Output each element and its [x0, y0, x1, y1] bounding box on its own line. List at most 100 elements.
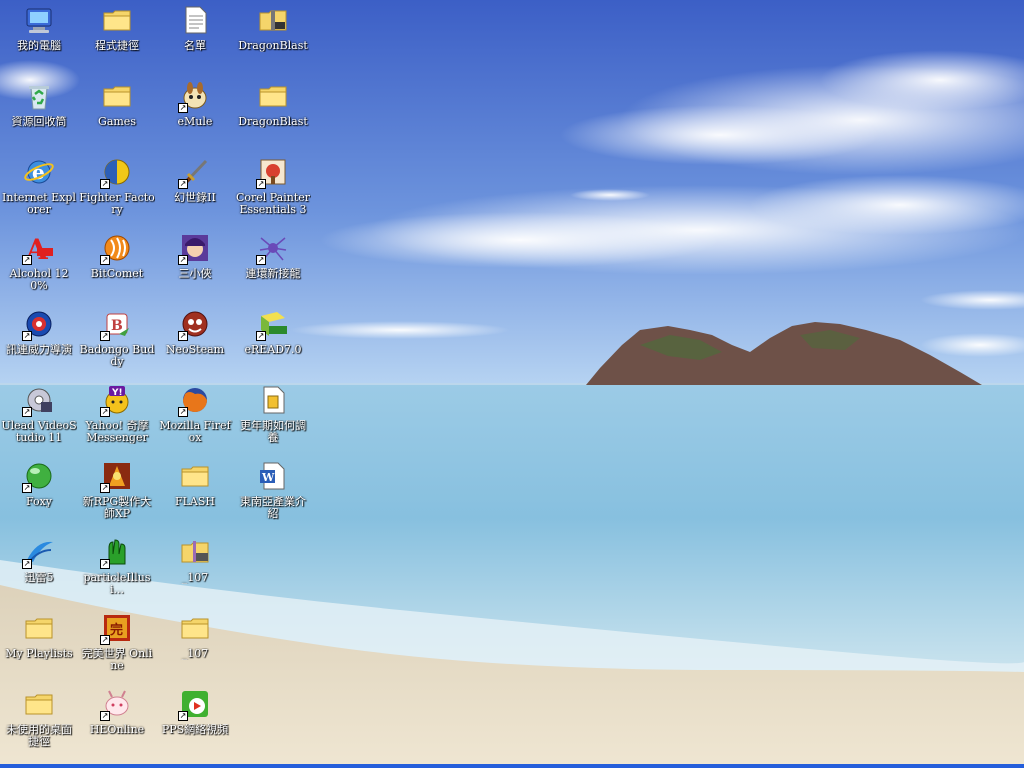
folder-icon	[257, 80, 289, 112]
desktop-icon[interactable]: ↗ eREAD7.0	[234, 306, 312, 382]
empty-grid-cell	[234, 534, 312, 610]
rpg-maker-icon: ↗	[100, 460, 133, 493]
desktop-icon[interactable]: 資源回收筒	[0, 78, 78, 154]
desktop-icon-label: NeoSteam	[165, 344, 225, 356]
desktop-icon[interactable]: Y! ↗ Yahoo! 奇摩 Messenger	[78, 382, 156, 458]
folder-icon	[23, 612, 55, 644]
desktop-icon[interactable]: Games	[78, 78, 156, 154]
shortcut-arrow-icon: ↗	[100, 179, 110, 189]
desktop-icon-label: Fighter Factory	[79, 192, 155, 216]
desktop-icon[interactable]: 未使用的桌面捷徑	[0, 686, 78, 762]
zip-folder-icon	[257, 4, 289, 36]
desktop-icon[interactable]: A ↗ Alcohol 120%	[0, 230, 78, 306]
shortcut-arrow-icon: ↗	[178, 331, 188, 341]
shortcut-arrow-icon: ↗	[22, 407, 32, 417]
folder-icon	[101, 80, 133, 112]
shortcut-arrow-icon: ↗	[100, 255, 110, 265]
desktop-icon[interactable]: ↗ 迅雷5	[0, 534, 78, 610]
desktop-icon-label: Mozilla Firefox	[159, 420, 231, 444]
svg-text:W: W	[261, 471, 275, 484]
desktop-icon[interactable]: ↗ NeoSteam	[156, 306, 234, 382]
desktop-icon[interactable]: ↗ Fighter Factory	[78, 154, 156, 230]
shortcut-arrow-icon: ↗	[178, 711, 188, 721]
desktop-icon[interactable]: ↗ BitComet	[78, 230, 156, 306]
desktop-icon-label: particleIllusi...	[83, 572, 151, 596]
internet-explorer-icon: e	[23, 156, 55, 188]
fighter-factory-icon: ↗	[100, 156, 133, 189]
shortcut-arrow-icon: ↗	[22, 255, 32, 265]
desktop-icon-label: Corel Painter Essentials 3	[235, 192, 311, 216]
yahoo-messenger-icon: Y! ↗	[100, 384, 133, 417]
desktop-icon-label: HEOnline	[89, 724, 145, 736]
desktop-icon-label: DragonBlast	[238, 116, 308, 128]
desktop-icon[interactable]: FLASH	[156, 458, 234, 534]
sword-icon: ↗	[178, 156, 211, 189]
desktop-icon[interactable]: My Playlists	[0, 610, 78, 686]
shortcut-arrow-icon: ↗	[178, 407, 188, 417]
svg-text:B: B	[111, 318, 123, 334]
desktop-icon[interactable]: _107	[156, 610, 234, 686]
desktop-icon[interactable]: ↗ eMule	[156, 78, 234, 154]
shortcut-arrow-icon: ↗	[100, 559, 110, 569]
corel-painter-icon: ↗	[256, 156, 289, 189]
desktop-icon[interactable]: ↗ particleIllusi...	[78, 534, 156, 610]
desktop-icon[interactable]: ↗ Mozilla Firefox	[156, 382, 234, 458]
pps-icon: ↗	[178, 688, 211, 721]
desktop-icon[interactable]: ↗ 連環新接龍	[234, 230, 312, 306]
desktop-icon[interactable]: 完 ↗ 完美世界 Online	[78, 610, 156, 686]
desktop-icon-label: 名單	[184, 40, 206, 52]
desktop-icon-label: PPS網絡視頻	[161, 724, 229, 736]
desktop-icon[interactable]: 更年期如何調養	[234, 382, 312, 458]
desktop-icon[interactable]: B ↗ Badongo Buddy	[78, 306, 156, 382]
desktop-icon-label: 程式捷徑	[95, 40, 139, 52]
desktop-icon-label: Foxy	[25, 496, 53, 508]
desktop-icon-label: Ulead VideoStudio 11	[1, 420, 77, 444]
desktop-icon[interactable]: ↗ Ulead VideoStudio 11	[0, 382, 78, 458]
desktop-icon-label: 未使用的桌面捷徑	[6, 724, 72, 748]
desktop-icon[interactable]: ↗ 三小俠	[156, 230, 234, 306]
desktop-icon[interactable]: DragonBlast	[234, 78, 312, 154]
desktop[interactable]: 我的電腦 程式捷徑 名單 DragonBlast 資源回收筒 Games ↗ eMule Dra…	[0, 0, 1024, 768]
svg-text:e: e	[32, 160, 45, 184]
desktop-icon[interactable]: ↗ Foxy	[0, 458, 78, 534]
desktop-icon-label: Alcohol 120%	[9, 268, 69, 292]
desktop-icon[interactable]: DragonBlast	[234, 2, 312, 78]
desktop-icon[interactable]: _107	[156, 534, 234, 610]
desktop-icon-label: 資源回收筒	[11, 116, 67, 128]
desktop-icon[interactable]: e Internet Explorer	[0, 154, 78, 230]
desktop-icon[interactable]: 名單	[156, 2, 234, 78]
firefox-icon: ↗	[178, 384, 211, 417]
desktop-icon[interactable]: ↗ Corel Painter Essentials 3	[234, 154, 312, 230]
desktop-icon-label: 迅雷5	[24, 572, 54, 584]
desktop-icon[interactable]: 程式捷徑	[78, 2, 156, 78]
file-icon	[257, 384, 289, 416]
desktop-icon-label: DragonBlast	[238, 40, 308, 52]
emule-icon: ↗	[178, 80, 211, 113]
desktop-icon[interactable]: 我的電腦	[0, 2, 78, 78]
desktop-icon[interactable]: ↗ 訊連威力導演	[0, 306, 78, 382]
desktop-icon-label: _107	[181, 648, 209, 660]
desktop-icon-label: _107	[181, 572, 209, 584]
folder-icon	[179, 612, 211, 644]
desktop-icon-label: Internet Explorer	[2, 192, 76, 216]
desktop-icon-label: 連環新接龍	[245, 268, 301, 280]
shortcut-arrow-icon: ↗	[256, 331, 266, 341]
shortcut-arrow-icon: ↗	[22, 331, 32, 341]
desktop-icon[interactable]: ↗ 幻世錄II	[156, 154, 234, 230]
thunder-icon: ↗	[22, 536, 55, 569]
desktop-icon-label: 新RPG製作大師XP	[82, 496, 152, 520]
shortcut-arrow-icon: ↗	[178, 255, 188, 265]
desktop-icon-label: 幻世錄II	[174, 192, 216, 204]
desktop-icon-label: BitComet	[90, 268, 144, 280]
desktop-icon[interactable]: ↗ HEOnline	[78, 686, 156, 762]
powerdirector-icon: ↗	[22, 308, 55, 341]
recycle-bin-icon	[23, 80, 55, 112]
shortcut-arrow-icon: ↗	[100, 483, 110, 493]
shortcut-arrow-icon: ↗	[100, 635, 110, 645]
desktop-icon-label: 更年期如何調養	[240, 420, 306, 444]
shortcut-arrow-icon: ↗	[100, 711, 110, 721]
desktop-icon[interactable]: ↗ 新RPG製作大師XP	[78, 458, 156, 534]
svg-text:Y!: Y!	[111, 388, 123, 398]
desktop-icon[interactable]: W 東南亞產業介紹	[234, 458, 312, 534]
desktop-icon[interactable]: ↗ PPS網絡視頻	[156, 686, 234, 762]
